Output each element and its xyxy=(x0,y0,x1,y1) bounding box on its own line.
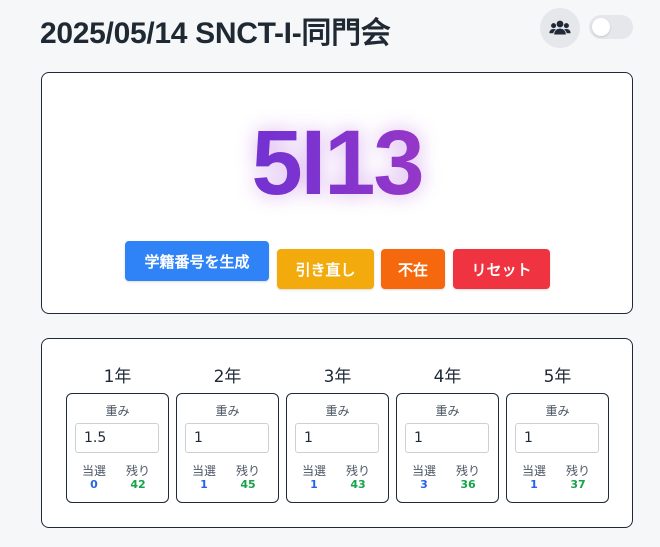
weight-input[interactable] xyxy=(295,423,379,453)
grade-label: 5年 xyxy=(543,367,572,387)
members-button[interactable] xyxy=(540,8,580,48)
reset-button[interactable]: リセット xyxy=(453,249,550,289)
grade-label: 4年 xyxy=(433,367,462,387)
elected-count: 3 xyxy=(420,478,428,491)
weight-input[interactable] xyxy=(185,423,269,453)
elected-label: 当選 xyxy=(191,464,216,478)
draw-panel: 5I13 学籍番号を生成 引き直し 不在 リセット xyxy=(41,72,633,314)
mode-toggle[interactable] xyxy=(589,15,633,39)
grade-weights-panel: 1年 重み 当選 残り 0 42 2年 重み 当選 残り 1 45 3年 重み … xyxy=(41,338,633,528)
weight-label: 重み xyxy=(105,404,130,418)
grade-label: 3年 xyxy=(323,367,352,387)
elected-count: 1 xyxy=(310,478,318,491)
elected-count: 1 xyxy=(530,478,538,491)
redraw-button[interactable]: 引き直し xyxy=(277,249,374,289)
remaining-label: 残り xyxy=(235,464,260,478)
remaining-label: 残り xyxy=(125,464,150,478)
grade-column-1: 1年 重み 当選 残り 0 42 xyxy=(66,365,169,503)
elected-label: 当選 xyxy=(521,464,546,478)
remaining-count: 37 xyxy=(570,478,586,491)
weight-input[interactable] xyxy=(515,423,599,453)
remaining-count: 43 xyxy=(350,478,366,491)
users-icon xyxy=(549,20,571,35)
elected-count: 1 xyxy=(200,478,208,491)
generate-button[interactable]: 学籍番号を生成 xyxy=(125,241,269,281)
toggle-knob xyxy=(592,18,610,36)
grade-column-4: 4年 重み 当選 残り 3 36 xyxy=(396,365,499,503)
weight-input[interactable] xyxy=(75,423,159,453)
grade-column-2: 2年 重み 当選 残り 1 45 xyxy=(176,365,279,503)
grade-card: 重み 当選 残り 1 37 xyxy=(506,393,609,503)
page-title: 2025/05/14 SNCT-I-同門会 xyxy=(40,17,391,50)
elected-count: 0 xyxy=(90,478,98,491)
weight-label: 重み xyxy=(435,404,460,418)
grade-label: 2年 xyxy=(213,367,242,387)
elected-label: 当選 xyxy=(411,464,436,478)
remaining-count: 36 xyxy=(460,478,476,491)
remaining-label: 残り xyxy=(455,464,480,478)
remaining-label: 残り xyxy=(345,464,370,478)
weight-label: 重み xyxy=(215,404,240,418)
grade-card: 重み 当選 残り 1 45 xyxy=(176,393,279,503)
remaining-count: 42 xyxy=(130,478,146,491)
elected-label: 当選 xyxy=(301,464,326,478)
weight-label: 重み xyxy=(325,404,350,418)
remaining-count: 45 xyxy=(240,478,256,491)
absent-button[interactable]: 不在 xyxy=(381,249,445,289)
grade-column-5: 5年 重み 当選 残り 1 37 xyxy=(506,365,609,503)
grade-column-3: 3年 重み 当選 残り 1 43 xyxy=(286,365,389,503)
grade-card: 重み 当選 残り 1 43 xyxy=(286,393,389,503)
student-number-display: 5I13 xyxy=(42,113,632,213)
grade-label: 1年 xyxy=(103,367,132,387)
grade-card: 重み 当選 残り 3 36 xyxy=(396,393,499,503)
grade-card: 重み 当選 残り 0 42 xyxy=(66,393,169,503)
weight-input[interactable] xyxy=(405,423,489,453)
elected-label: 当選 xyxy=(81,464,106,478)
weight-label: 重み xyxy=(545,404,570,418)
remaining-label: 残り xyxy=(565,464,590,478)
